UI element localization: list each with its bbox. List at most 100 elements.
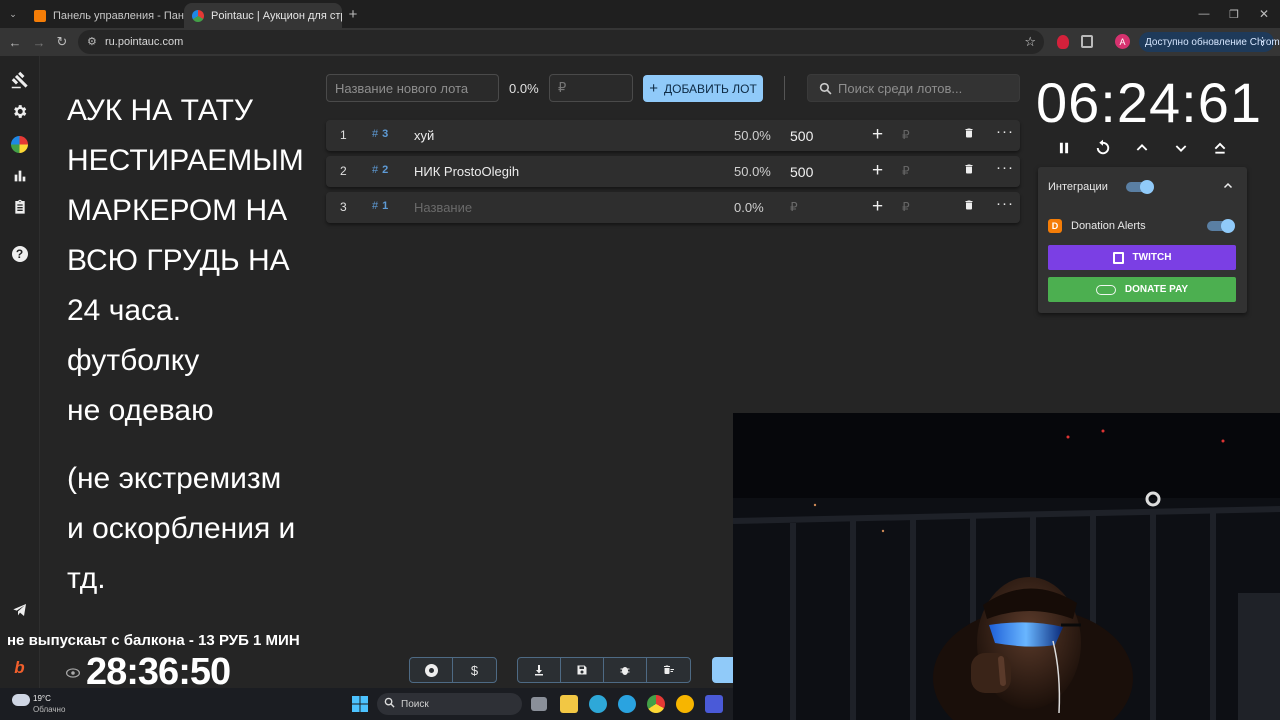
donation-alerts-toggle[interactable] xyxy=(1207,219,1235,233)
url-bar[interactable]: ⚙ ru.pointauc.com ☆ xyxy=(78,30,1044,54)
extension-icon[interactable] xyxy=(1057,35,1069,49)
telegram-icon[interactable] xyxy=(10,600,29,619)
site-info-icon[interactable]: ⚙ xyxy=(87,35,97,48)
new-lot-amount-input[interactable]: ₽ xyxy=(549,74,633,102)
view-toggle-button[interactable] xyxy=(712,657,733,683)
overlay-line: не одеваю xyxy=(67,394,214,427)
lot-percent: 50.0% xyxy=(734,128,771,143)
stats-chart-icon[interactable] xyxy=(10,166,29,185)
close-window-icon[interactable]: ✕ xyxy=(1255,5,1273,23)
lot-add-amount-field[interactable]: ₽ xyxy=(902,128,910,142)
lot-search-input[interactable]: Поиск среди лотов... xyxy=(807,74,1020,102)
new-lot-name-input[interactable]: Название нового лота xyxy=(326,74,499,102)
download-icon[interactable] xyxy=(518,658,561,682)
pause-icon[interactable] xyxy=(1054,138,1074,158)
donation-ticker: не выпускаьт с балкона - 13 РУБ 1 МИН xyxy=(7,632,300,649)
maximize-icon[interactable]: ❐ xyxy=(1225,5,1243,23)
back-icon[interactable]: ← xyxy=(6,33,24,51)
add-amount-plus-icon[interactable]: + xyxy=(872,124,883,146)
save-icon[interactable] xyxy=(561,658,604,682)
app-icon[interactable] xyxy=(676,695,694,713)
browser-tab-bar: ⌄ Панель управления - Панель ✕ Pointauc … xyxy=(0,0,1280,28)
help-icon[interactable]: ? xyxy=(10,244,29,263)
integrations-panel: Интеграции D Donation Alerts TWITCH DONA… xyxy=(1038,167,1247,313)
double-chevron-up-icon[interactable] xyxy=(1210,138,1230,158)
lot-amount-input[interactable]: ₽ xyxy=(790,200,798,214)
weather-desc: Облачно xyxy=(33,705,66,714)
telegram-app-icon[interactable] xyxy=(618,695,636,713)
donatepay-button[interactable]: DONATE PAY xyxy=(1048,277,1236,302)
lot-add-amount-field[interactable]: ₽ xyxy=(902,164,910,178)
boosty-icon[interactable]: b xyxy=(10,658,29,677)
task-view-icon[interactable] xyxy=(531,697,547,711)
wheel-icon[interactable] xyxy=(10,135,29,154)
reload-icon[interactable]: ↻ xyxy=(53,33,71,51)
overlay-line: (не экстремизм xyxy=(67,462,282,495)
lot-index: 3 xyxy=(340,200,347,214)
twitch-label: TWITCH xyxy=(1132,252,1172,263)
webcam-image xyxy=(733,413,1280,720)
file-explorer-icon[interactable] xyxy=(560,695,578,713)
delete-trash-icon[interactable] xyxy=(963,198,975,215)
chevron-down-icon[interactable] xyxy=(1171,138,1191,158)
integrations-toggle[interactable] xyxy=(1126,180,1154,194)
minimize-icon[interactable]: — xyxy=(1195,5,1213,23)
lot-tag: #2 xyxy=(372,164,389,176)
chrome-app-icon[interactable] xyxy=(647,695,665,713)
overlay-line: НЕСТИРАЕМЫМ xyxy=(67,144,304,177)
chevron-up-icon[interactable] xyxy=(1132,138,1152,158)
reset-icon[interactable] xyxy=(1093,138,1113,158)
more-options-icon[interactable]: ··· xyxy=(996,123,1014,140)
donation-alerts-icon: D xyxy=(1048,219,1062,233)
gavel-icon[interactable] xyxy=(10,70,29,89)
new-lot-percent: 0.0% xyxy=(509,81,539,96)
extensions-puzzle-icon[interactable] xyxy=(1081,35,1093,48)
twitch-button[interactable]: TWITCH xyxy=(1048,245,1236,270)
lot-name-input[interactable]: Название xyxy=(414,200,472,215)
app-sidebar: ? b xyxy=(0,56,40,720)
lot-amount[interactable]: 500 xyxy=(790,128,813,144)
new-tab-button[interactable]: + xyxy=(344,5,362,23)
tab-title: Pointauc | Аукцион для стрим xyxy=(211,9,342,22)
pointauc-favicon-icon xyxy=(192,9,204,22)
collapse-chevron-icon[interactable] xyxy=(1222,179,1234,197)
lot-name[interactable]: хуй xyxy=(414,128,434,143)
webcam-feed xyxy=(733,413,1280,720)
donate-dollar-icon[interactable]: $ xyxy=(453,658,496,682)
delete-trash-icon[interactable] xyxy=(963,126,975,143)
file-button-group xyxy=(517,657,691,683)
amount-placeholder: ₽ xyxy=(558,80,567,95)
more-options-icon[interactable]: ··· xyxy=(996,159,1014,176)
add-lot-button[interactable]: + ДОБАВИТЬ ЛОТ xyxy=(643,75,763,102)
more-options-icon[interactable]: ··· xyxy=(996,195,1014,212)
lot-add-amount-field[interactable]: ₽ xyxy=(902,200,910,214)
clipboard-icon[interactable] xyxy=(10,197,29,216)
add-amount-plus-icon[interactable]: + xyxy=(872,160,883,182)
lot-tag: #3 xyxy=(372,128,389,140)
tab-pointauc[interactable]: Pointauc | Аукцион для стрим ✕ xyxy=(184,3,342,28)
lot-name[interactable]: НИК ProstoOlegih xyxy=(414,164,519,179)
forward-icon[interactable]: → xyxy=(30,33,48,51)
edge-browser-icon[interactable] xyxy=(589,695,607,713)
tab-dashboard[interactable]: Панель управления - Панель ✕ xyxy=(26,3,184,28)
taskbar-search-input[interactable]: Поиск xyxy=(377,693,522,715)
lot-index: 1 xyxy=(340,128,347,142)
bookmark-star-icon[interactable]: ☆ xyxy=(1024,34,1036,50)
settings-gear-icon[interactable] xyxy=(10,102,29,121)
twitch-icon xyxy=(1112,251,1124,264)
delete-all-icon[interactable] xyxy=(647,658,690,682)
lot-amount[interactable]: 500 xyxy=(790,164,813,180)
profile-avatar-icon[interactable]: A xyxy=(1115,34,1130,49)
github-icon[interactable] xyxy=(410,658,453,682)
windows-start-icon[interactable] xyxy=(352,696,368,717)
tab-search-icon[interactable]: ⌄ xyxy=(4,5,22,23)
overlay-line: футболку xyxy=(67,344,200,377)
lot-tag-number: 3 xyxy=(382,128,389,140)
bug-icon[interactable] xyxy=(604,658,647,682)
streaming-app-icon[interactable] xyxy=(705,695,723,713)
overlay-line: ВСЮ ГРУДЬ НА xyxy=(67,244,290,277)
delete-trash-icon[interactable] xyxy=(963,162,975,179)
url-text: ru.pointauc.com xyxy=(105,36,184,48)
chrome-update-button[interactable]: Доступно обновление Chrome ⋮ xyxy=(1139,32,1280,52)
add-amount-plus-icon[interactable]: + xyxy=(872,196,883,218)
